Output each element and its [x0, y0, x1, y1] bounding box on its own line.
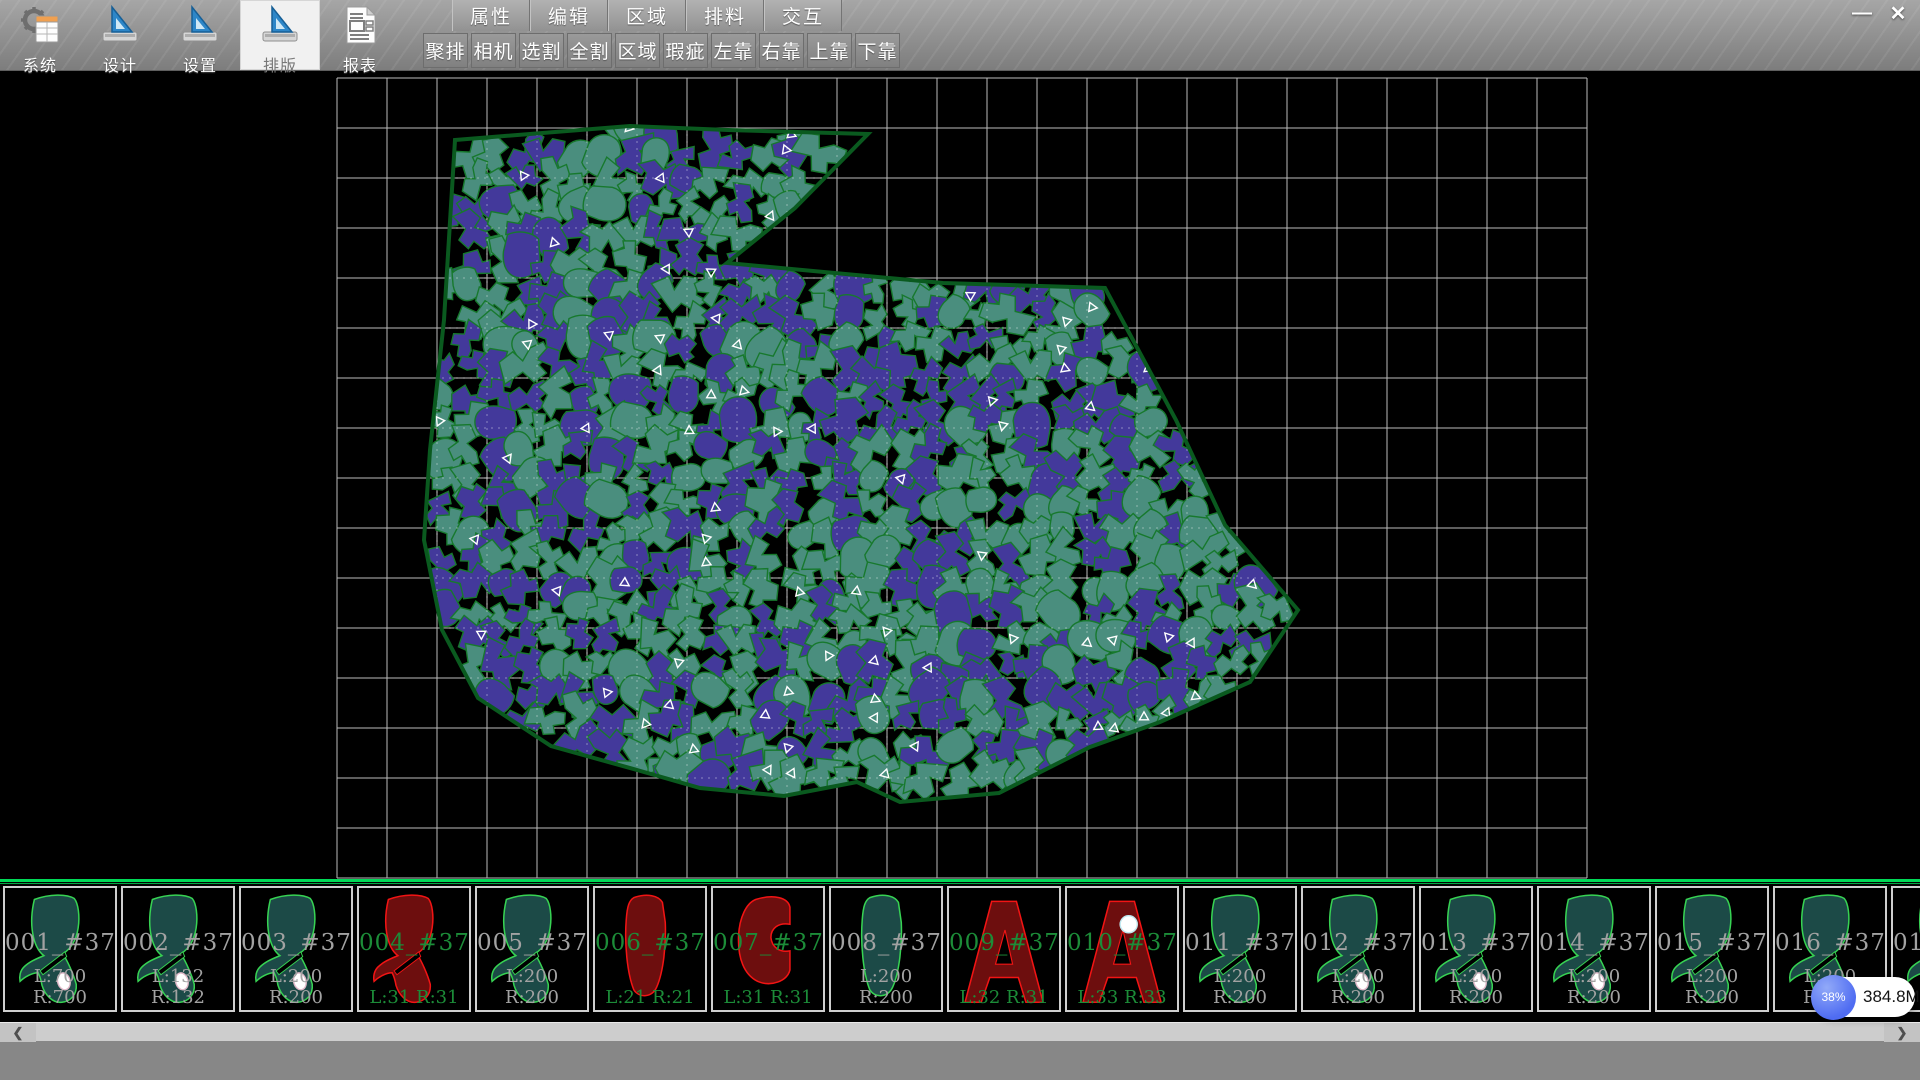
part-shape-boot	[247, 890, 347, 1008]
action-button-2[interactable]: 选割	[519, 33, 564, 68]
strip-accent-line-2	[0, 883, 1920, 884]
memory-badge: 38% 384.8M	[1813, 977, 1915, 1017]
app-window: 系统设计设置排版报表 属性编辑区域排料交互 聚排相机选割全割区域瑕疵左靠右靠上靠…	[0, 0, 1920, 1080]
part-cell-6[interactable]: 006_#37L:21 R:21	[593, 886, 707, 1012]
action-button-7[interactable]: 右靠	[759, 33, 804, 68]
part-shape-ashape	[955, 890, 1055, 1008]
part-cell-12[interactable]: 012_#37L:200 R:200	[1301, 886, 1415, 1012]
main-button-label: 设置	[183, 52, 217, 76]
menu-tab-0[interactable]: 属性	[452, 0, 530, 31]
action-button-3[interactable]: 全割	[567, 33, 612, 68]
report-doc-icon	[339, 4, 381, 51]
nesting-canvas-svg	[0, 70, 1920, 879]
part-shape-boot	[1309, 890, 1409, 1008]
main-button-design-setsquare[interactable]: 设计	[80, 0, 160, 70]
bottom-status-band	[0, 1041, 1920, 1080]
part-cell-3[interactable]: 003_#37L:200 R:200	[239, 886, 353, 1012]
part-cell-13[interactable]: 013_#37L:200 R:200	[1419, 886, 1533, 1012]
settings-setsquare-icon	[179, 4, 221, 51]
window-controls: — ✕	[1846, 1, 1914, 25]
part-cell-7[interactable]: 007_#37L:31 R:31	[711, 886, 825, 1012]
part-cell-10[interactable]: 010_#37L:33 R:33	[1065, 886, 1179, 1012]
menu-tab-2[interactable]: 区域	[608, 0, 686, 31]
part-shape-boot	[1427, 890, 1527, 1008]
memory-percent-indicator: 38%	[1811, 975, 1856, 1020]
menu-tab-1[interactable]: 编辑	[530, 0, 608, 31]
menu-tab-bar: 属性编辑区域排料交互	[452, 0, 842, 31]
part-cell-8[interactable]: 008_#37L:200 R:200	[829, 886, 943, 1012]
part-shape-boot	[1663, 890, 1763, 1008]
part-shape-ashape	[1073, 890, 1173, 1008]
action-button-1[interactable]: 相机	[471, 33, 516, 68]
scroll-left-button[interactable]: ❮	[0, 1023, 36, 1042]
part-shape-boot	[365, 890, 465, 1008]
scroll-right-button[interactable]: ❯	[1884, 1023, 1920, 1042]
part-shape-boot	[1191, 890, 1291, 1008]
menu-tab-4[interactable]: 交互	[764, 0, 842, 31]
nesting-canvas[interactable]	[0, 70, 1920, 879]
part-shape-cshape	[719, 890, 819, 1008]
parts-strip: 001_#37L:700 R:700002_#37L:132 R:132003_…	[0, 879, 1920, 1022]
part-cell-1[interactable]: 001_#37L:700 R:700	[3, 886, 117, 1012]
nesting-setsquare-icon	[259, 4, 301, 51]
action-button-8[interactable]: 上靠	[807, 33, 852, 68]
part-shape-blob	[601, 890, 701, 1008]
main-button-label: 设计	[103, 52, 137, 76]
action-button-bar: 聚排相机选割全割区域瑕疵左靠右靠上靠下靠	[423, 33, 900, 69]
action-button-9[interactable]: 下靠	[855, 33, 900, 68]
part-cell-2[interactable]: 002_#37L:132 R:132	[121, 886, 235, 1012]
close-button[interactable]: ✕	[1882, 1, 1914, 25]
main-button-settings-setsquare[interactable]: 设置	[160, 0, 240, 70]
system-gear-icon	[21, 7, 58, 42]
strip-accent-line	[0, 879, 1920, 882]
nested-pieces	[414, 104, 1297, 811]
part-cell-9[interactable]: 009_#37L:32 R:31	[947, 886, 1061, 1012]
toolbar: 系统设计设置排版报表 属性编辑区域排料交互 聚排相机选割全割区域瑕疵左靠右靠上靠…	[0, 0, 1920, 71]
part-shape-boot	[129, 890, 229, 1008]
action-button-0[interactable]: 聚排	[423, 33, 468, 68]
action-button-4[interactable]: 区域	[615, 33, 660, 68]
part-shape-blob	[837, 890, 937, 1008]
minimize-button[interactable]: —	[1846, 1, 1878, 25]
action-button-6[interactable]: 左靠	[711, 33, 756, 68]
system-gear-icon	[19, 4, 61, 51]
report-doc-icon	[347, 7, 375, 43]
main-button-report-doc[interactable]: 报表	[320, 0, 400, 70]
main-button-label: 报表	[343, 52, 377, 76]
action-button-5[interactable]: 瑕疵	[663, 33, 708, 68]
part-cell-4[interactable]: 004_#37L:31 R:31	[357, 886, 471, 1012]
design-setsquare-icon	[99, 4, 141, 51]
main-button-system-gear[interactable]: 系统	[0, 0, 80, 70]
menu-tab-3[interactable]: 排料	[686, 0, 764, 31]
part-shape-boot	[11, 890, 111, 1008]
main-button-nesting-setsquare[interactable]: 排版	[240, 0, 320, 70]
part-cell-14[interactable]: 014_#37L:200 R:200	[1537, 886, 1651, 1012]
part-cell-15[interactable]: 015_#37L:200 R:200	[1655, 886, 1769, 1012]
horizontal-scrollbar[interactable]: ❮ ❯	[0, 1022, 1920, 1041]
part-cell-5[interactable]: 005_#37L:200 R:200	[475, 886, 589, 1012]
part-shape-boot	[1545, 890, 1645, 1008]
main-button-label: 排版	[263, 52, 297, 76]
memory-value-label: 384.8M	[1863, 987, 1920, 1007]
part-cell-11[interactable]: 011_#37L:200 R:200	[1183, 886, 1297, 1012]
main-button-label: 系统	[23, 52, 57, 76]
part-shape-boot	[483, 890, 583, 1008]
